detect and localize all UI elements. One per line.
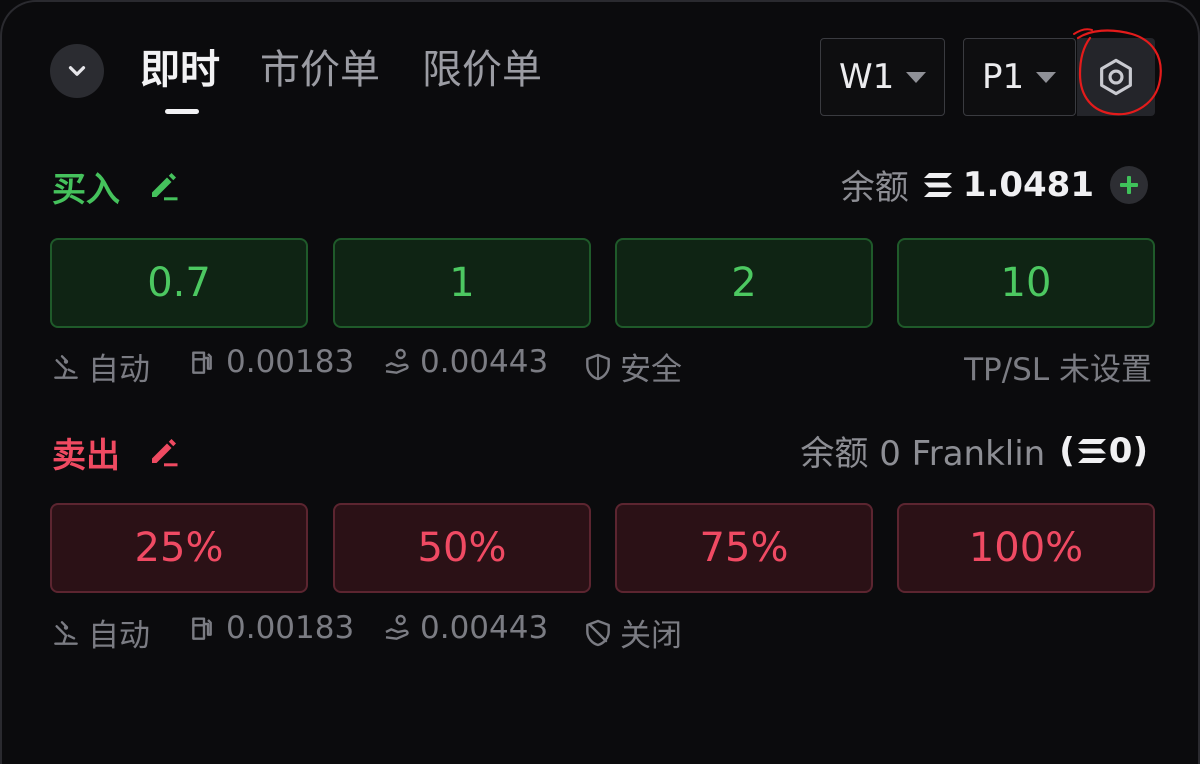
sell-percent-button[interactable]: 50%	[333, 503, 591, 593]
tip-value: 0.00443	[420, 344, 549, 380]
preset-selector[interactable]: P1	[963, 38, 1076, 116]
gas-pump-icon	[192, 351, 212, 374]
priority-fee-value: 0.00183	[226, 610, 355, 646]
edit-pencil-icon[interactable]	[146, 167, 182, 203]
balance-label: 余额	[840, 168, 909, 208]
sell-percent-button[interactable]: 25%	[50, 503, 308, 593]
chevron-down-icon	[68, 66, 86, 76]
mev-protection[interactable]: 安全	[582, 344, 682, 389]
trade-panel: 即时 市价单 限价单 W1 P1 买入 余额 1.0481 0.7 1 2 10…	[0, 0, 1200, 764]
sell-balance-sol: 0	[1108, 430, 1133, 471]
preset-selector-value: P1	[982, 57, 1025, 97]
sell-percent-button[interactable]: 100%	[897, 503, 1155, 593]
caret-down-icon	[906, 71, 927, 83]
open-paren: (	[1059, 430, 1075, 471]
solana-icon	[923, 172, 952, 197]
collapse-button[interactable]	[50, 44, 104, 98]
tip-amount[interactable]: 0.00443	[382, 344, 548, 380]
add-funds-button[interactable]	[1110, 165, 1148, 204]
buy-balance: 余额 1.0481	[841, 160, 1148, 209]
buy-settings-info: 自动 0.00183 0.00443 安全 TP/SL 未设置	[50, 344, 1154, 388]
buy-amount-button[interactable]: 0.7	[50, 238, 308, 328]
sell-section-title: 卖出	[52, 436, 120, 476]
slippage-icon	[54, 620, 78, 645]
wallet-selector-value: W1	[839, 57, 895, 97]
hexagon-settings-icon	[1100, 58, 1132, 96]
plus-icon	[1120, 175, 1138, 194]
wallet-selector[interactable]: W1	[820, 38, 945, 116]
settings-button[interactable]	[1077, 38, 1155, 116]
mev-protection-label: 关闭	[620, 618, 682, 654]
slippage-mode-label: 自动	[88, 618, 150, 654]
solana-icon	[1077, 438, 1106, 463]
close-paren: )	[1132, 430, 1148, 471]
tab-market-order[interactable]: 市价单	[260, 42, 380, 98]
slippage-mode-label: 自动	[88, 352, 150, 388]
buy-amount-button[interactable]: 2	[615, 238, 873, 328]
edit-pencil-icon[interactable]	[146, 433, 182, 469]
caret-down-icon	[1036, 71, 1057, 83]
priority-fee[interactable]: 0.00183	[188, 344, 354, 380]
mev-protection[interactable]: 关闭	[582, 610, 682, 655]
buy-amount-button[interactable]: 10	[897, 238, 1155, 328]
sell-percent-buttons: 25% 50% 75% 100%	[50, 503, 1155, 593]
buy-section-title: 买入	[52, 170, 120, 210]
shield-icon	[586, 353, 610, 380]
tip-hand-icon	[385, 614, 409, 640]
tab-instant[interactable]: 即时	[140, 42, 220, 98]
mev-protection-label: 安全	[620, 352, 682, 388]
buy-amount-buttons: 0.7 1 2 10	[50, 238, 1155, 328]
priority-fee-value: 0.00183	[226, 344, 355, 380]
tip-hand-icon	[385, 348, 409, 374]
slippage-mode[interactable]: 自动	[50, 344, 150, 389]
priority-fee[interactable]: 0.00183	[188, 610, 354, 646]
buy-balance-value: 1.0481	[962, 164, 1094, 205]
buy-amount-button[interactable]: 1	[333, 238, 591, 328]
sell-balance-text: 余额 0 Franklin	[800, 434, 1046, 474]
slippage-icon	[54, 354, 78, 379]
tpsl-setting[interactable]: TP/SL 未设置	[964, 344, 1152, 389]
slippage-mode[interactable]: 自动	[50, 610, 150, 655]
sell-percent-button[interactable]: 75%	[615, 503, 873, 593]
active-tab-indicator	[165, 109, 199, 114]
shield-off-icon	[586, 619, 610, 646]
tip-amount[interactable]: 0.00443	[382, 610, 548, 646]
gas-pump-icon	[192, 617, 212, 640]
sell-balance: 余额 0 Franklin ( 0 )	[800, 426, 1148, 475]
tip-value: 0.00443	[420, 610, 549, 646]
tab-limit-order[interactable]: 限价单	[422, 42, 542, 98]
sell-settings-info: 自动 0.00183 0.00443 关闭	[50, 610, 1154, 654]
